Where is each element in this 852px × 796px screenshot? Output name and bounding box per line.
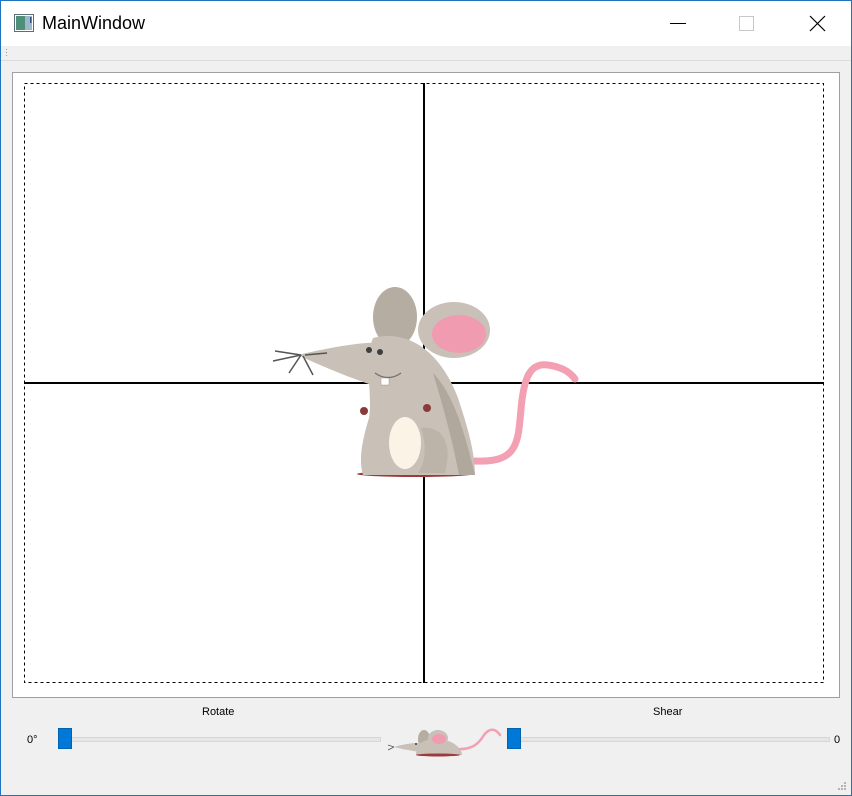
rotate-slider[interactable]: [58, 728, 381, 750]
shear-slider[interactable]: [507, 728, 830, 750]
mouse-preview: [387, 728, 502, 757]
maximize-button[interactable]: [723, 1, 769, 46]
graphics-view[interactable]: [12, 72, 840, 698]
close-icon: [809, 15, 826, 32]
app-icon: [14, 14, 34, 32]
window-title: MainWindow: [42, 13, 146, 33]
maximize-icon: [739, 16, 754, 31]
main-window: MainWindow Rotate Shear 0° 0: [0, 0, 852, 796]
mouse-eye-right: [377, 349, 383, 355]
minimize-button[interactable]: [654, 1, 700, 46]
toolbar: [1, 46, 851, 61]
rotate-value: 0°: [27, 734, 38, 746]
close-button[interactable]: [794, 1, 840, 46]
mouse-ear-inner: [432, 315, 486, 353]
mouse-belly: [389, 417, 421, 469]
toolbar-grip-icon[interactable]: [5, 49, 8, 57]
minimize-icon: [670, 23, 686, 24]
shear-slider-groove[interactable]: [507, 737, 830, 742]
mouse-paw-right: [423, 404, 431, 412]
shear-slider-handle[interactable]: [507, 728, 521, 749]
shear-value: 0: [834, 734, 841, 746]
size-grip-icon[interactable]: [837, 781, 847, 791]
mouse-tail: [471, 361, 579, 465]
mouse-head: [298, 342, 412, 389]
mouse-eye-left: [366, 347, 372, 353]
graphics-scene: [24, 83, 824, 683]
rotate-slider-handle[interactable]: [58, 728, 72, 749]
mouse-teeth: [380, 377, 390, 386]
title-bar[interactable]: MainWindow: [1, 1, 851, 46]
rotate-label: Rotate: [202, 706, 235, 718]
rotate-slider-groove[interactable]: [58, 737, 381, 742]
mouse-paw-left: [360, 407, 368, 415]
shear-label: Shear: [653, 706, 683, 718]
